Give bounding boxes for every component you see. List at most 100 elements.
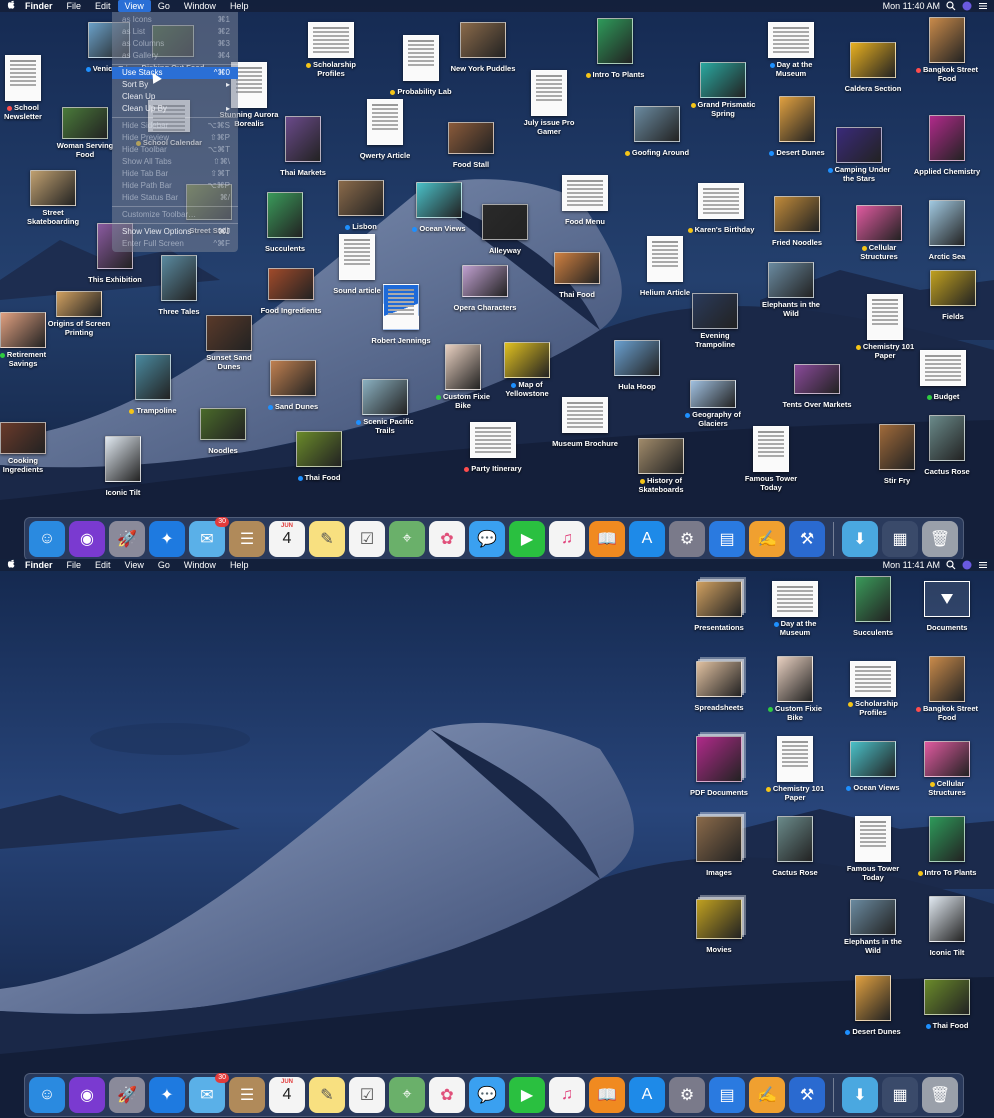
messages-icon[interactable]: 💬: [469, 1077, 505, 1113]
desktop-file-new-york-puddles[interactable]: New York Puddles: [448, 22, 518, 76]
system-preferences-icon[interactable]: ⚙: [669, 521, 705, 557]
desktop-file-succulents[interactable]: Succulents: [838, 576, 908, 640]
reminders-icon[interactable]: ☑: [349, 1077, 385, 1113]
app-store-icon[interactable]: A: [629, 521, 665, 557]
view-menu-item-hide-status-bar[interactable]: Hide Status Bar ⌘/: [112, 192, 238, 204]
notification-center-icon[interactable]: [978, 1, 988, 11]
trash-icon[interactable]: 🗑: [922, 1077, 958, 1113]
desktop-file-probability-lab[interactable]: Probability Lab: [386, 35, 456, 99]
desktop-file-thai-food[interactable]: Thai Food: [542, 252, 612, 302]
desktop-file-day-at-the-museum[interactable]: Day at the Museum: [756, 22, 826, 81]
itunes-icon[interactable]: ♫: [549, 521, 585, 557]
facetime-icon[interactable]: ▶: [509, 1077, 545, 1113]
safari-icon[interactable]: ✦: [149, 1077, 185, 1113]
desktop-file-elephants-in-the-wild[interactable]: Elephants in the Wild: [756, 262, 826, 321]
photos-icon[interactable]: ✿: [429, 521, 465, 557]
apple-menu-icon[interactable]: [4, 559, 18, 571]
trash-icon[interactable]: 🗑: [922, 521, 958, 557]
desktop-file-desert-dunes[interactable]: Desert Dunes: [838, 975, 908, 1039]
desktop-file-budget[interactable]: Budget: [908, 350, 978, 404]
view-menu-item-sort-by[interactable]: Sort By ▸: [112, 79, 238, 91]
desktop-file-ocean-views[interactable]: Ocean Views: [838, 741, 908, 795]
desktop-file-karen-s-birthday[interactable]: Karen's Birthday: [686, 183, 756, 237]
pages-icon[interactable]: ✍: [749, 521, 785, 557]
siri-icon[interactable]: ◉: [69, 1077, 105, 1113]
view-menu-item-show-view-options[interactable]: Show View Options ⌘J: [112, 226, 238, 238]
desktop-file-chemistry-101-paper[interactable]: Chemistry 101 Paper: [760, 736, 830, 805]
menu-file[interactable]: File: [60, 559, 89, 571]
desktop-file-caldera-section[interactable]: Caldera Section: [838, 42, 908, 96]
view-menu-item-as-columns[interactable]: as Columns ⌘3: [112, 38, 238, 50]
siri-icon[interactable]: ◉: [69, 521, 105, 557]
desktop-file-intro-to-plants[interactable]: Intro To Plants: [912, 816, 982, 880]
desktop-file-geography-of-glaciers[interactable]: Geography of Glaciers: [678, 380, 748, 431]
downloads-folder-icon[interactable]: ⬇: [842, 1077, 878, 1113]
desktop-file-three-tales[interactable]: Three Tales: [144, 255, 214, 319]
desktop-file-trampoline[interactable]: Trampoline: [118, 354, 188, 418]
reminders-icon[interactable]: ☑: [349, 521, 385, 557]
xcode-icon[interactable]: ⚒: [789, 1077, 825, 1113]
desktop-file-evening-trampoline[interactable]: Evening Trampoline: [680, 293, 750, 352]
view-menu-item-as-gallery[interactable]: as Gallery ⌘4: [112, 50, 238, 62]
desktop-file-elephants-in-the-wild[interactable]: Elephants in the Wild: [838, 899, 908, 958]
menu-help[interactable]: Help: [223, 559, 256, 571]
siri-menu-icon[interactable]: [962, 1, 972, 11]
siri-menu-icon[interactable]: [962, 560, 972, 570]
desktop-file-hula-hoop[interactable]: Hula Hoop: [602, 340, 672, 394]
desktop-file-iconic-tilt[interactable]: Iconic Tilt: [912, 896, 982, 960]
desktop-file-tents-over-markets[interactable]: Tents Over Markets: [782, 364, 852, 412]
desktop-file-sand-dunes[interactable]: Sand Dunes: [258, 360, 328, 414]
desktop-file-sunset-sand-dunes[interactable]: Sunset Sand Dunes: [194, 315, 264, 374]
contacts-icon[interactable]: ☰: [229, 521, 265, 557]
desktop-file-applied-chemistry[interactable]: Applied Chemistry: [912, 115, 982, 179]
menu-clock[interactable]: Mon 11:40 AM: [883, 0, 940, 12]
desktop-file-cactus-rose[interactable]: Cactus Rose: [760, 816, 830, 880]
desktop-file-opera-characters[interactable]: Opera Characters: [450, 265, 520, 315]
desktop-file-custom-fixie-bike[interactable]: Custom Fixie Bike: [760, 656, 830, 725]
downloads-folder-icon[interactable]: ⬇: [842, 521, 878, 557]
desktop-file-cooking-ingredients[interactable]: Cooking Ingredients: [0, 422, 58, 477]
desktop-file-street-skateboarding[interactable]: Street Skateboarding: [18, 170, 88, 229]
maps-icon[interactable]: ⌖: [389, 521, 425, 557]
stack-images[interactable]: Images: [684, 816, 754, 880]
apple-menu-icon[interactable]: [4, 0, 18, 12]
desktop-file-lisbon[interactable]: Lisbon: [326, 180, 396, 234]
mail-icon[interactable]: ✉ 30: [189, 517, 229, 557]
menu-help[interactable]: Help: [223, 0, 256, 12]
desktop-file-custom-fixie-bike[interactable]: Custom Fixie Bike: [428, 344, 498, 413]
menu-go[interactable]: Go: [151, 559, 177, 571]
desktop-file-bangkok-street-food[interactable]: Bangkok Street Food: [912, 656, 982, 725]
desktop-file-woman-serving-food[interactable]: Woman Serving Food: [50, 107, 120, 162]
desktop-file-desert-dunes[interactable]: Desert Dunes: [762, 96, 832, 160]
finder-icon[interactable]: ☺: [29, 1077, 65, 1113]
desktop-file-thai-markets[interactable]: Thai Markets: [268, 116, 338, 180]
desktop-file-fried-noodles[interactable]: Fried Noodles: [762, 196, 832, 250]
desktop-file-famous-tower-today[interactable]: Famous Tower Today: [838, 816, 908, 885]
desktop-file-arctic-sea[interactable]: Arctic Sea: [912, 200, 982, 264]
desktop-file-alleyway[interactable]: Alleyway: [470, 204, 540, 258]
notes-icon[interactable]: ✎: [309, 521, 345, 557]
view-menu-item-clean-up-by[interactable]: Clean Up By ▸: [112, 103, 238, 115]
view-menu-item-hide-preview[interactable]: Hide Preview ⇧⌘P: [112, 132, 238, 144]
view-menu-item-as-list[interactable]: as List ⌘2: [112, 26, 238, 38]
menu-window[interactable]: Window: [177, 0, 223, 12]
desktop-file-cellular-structures[interactable]: Cellular Structures: [912, 741, 982, 800]
desktop-file-intro-to-plants[interactable]: Intro To Plants: [580, 18, 650, 82]
desktop-file-history-of-skateboards[interactable]: History of Skateboards: [626, 438, 696, 497]
notification-center-icon[interactable]: [978, 560, 988, 570]
itunes-icon[interactable]: ♫: [549, 1077, 585, 1113]
view-menu-item-hide-toolbar[interactable]: Hide Toolbar ⌥⌘T: [112, 144, 238, 156]
spotlight-search-icon[interactable]: [946, 1, 956, 11]
menu-file[interactable]: File: [60, 0, 89, 12]
contacts-icon[interactable]: ☰: [229, 1077, 265, 1113]
spotlight-search-icon[interactable]: [946, 560, 956, 570]
launchpad-icon[interactable]: 🚀: [109, 1077, 145, 1113]
app-store-icon[interactable]: A: [629, 1077, 665, 1113]
desktop-file-food-stall[interactable]: Food Stall: [436, 122, 506, 172]
stack-spreadsheets[interactable]: Spreadsheets: [684, 661, 754, 715]
desktop-file-ocean-views[interactable]: Ocean Views: [404, 182, 474, 236]
desktop-file-famous-tower-today[interactable]: Famous Tower Today: [736, 426, 806, 495]
finder-icon[interactable]: ☺: [29, 521, 65, 557]
desktop-file-scenic-pacific-trails[interactable]: Scenic Pacific Trails: [350, 379, 420, 438]
menu-app-finder[interactable]: Finder: [18, 559, 60, 571]
